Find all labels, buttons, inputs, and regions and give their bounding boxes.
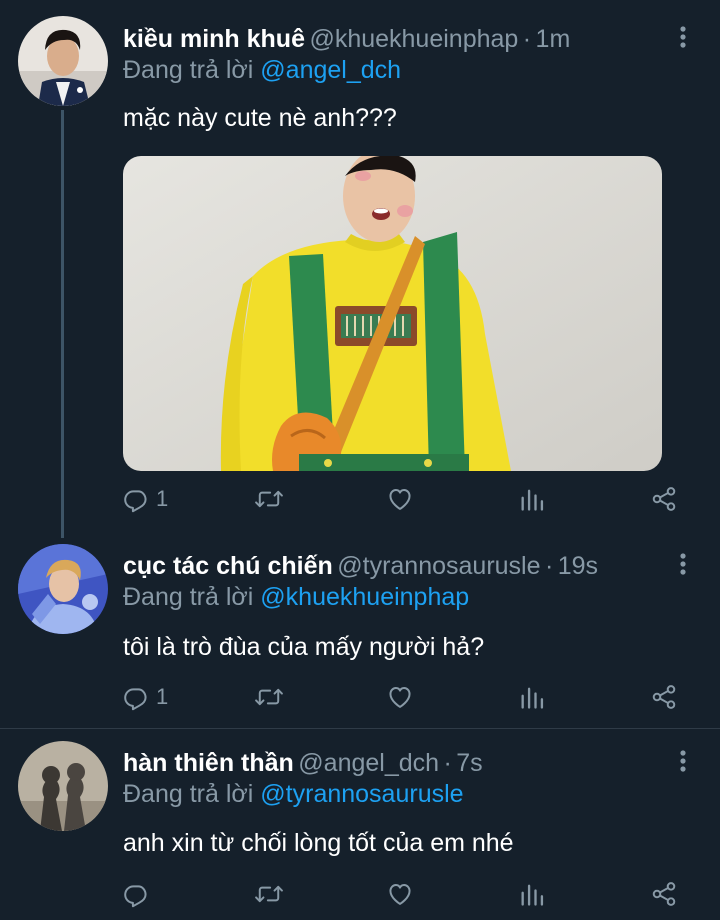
reply-button[interactable]: 1: [122, 482, 168, 516]
analytics-button[interactable]: [519, 680, 545, 714]
reply-icon: [122, 880, 150, 908]
analytics-icon: [519, 485, 545, 513]
analytics-icon: [519, 880, 545, 908]
replying-to-label: Đang trả lời: [123, 780, 254, 808]
tweet-actions: 1: [122, 680, 682, 714]
heart-icon: [386, 683, 414, 711]
tweet-header: hàn thiên thần @angel_dch · 7s: [123, 748, 483, 778]
analytics-button[interactable]: [519, 877, 545, 911]
like-button[interactable]: [386, 877, 420, 911]
avatar[interactable]: [18, 16, 108, 106]
more-vertical-icon[interactable]: [674, 22, 692, 52]
separator: ·: [522, 25, 532, 53]
retweet-button[interactable]: [254, 680, 290, 714]
user-handle[interactable]: @tyrannosaurusle: [337, 552, 540, 580]
share-icon: [650, 880, 678, 908]
retweet-icon: [254, 880, 284, 908]
avatar[interactable]: [18, 544, 108, 634]
tweet-1[interactable]: kiều minh khuê @khuekhueinphap · 1m Đang…: [0, 0, 720, 530]
reply-button[interactable]: 1: [122, 680, 168, 714]
timestamp[interactable]: 19s: [558, 552, 598, 580]
reply-button[interactable]: [122, 877, 156, 911]
analytics-icon: [519, 683, 545, 711]
tweet-text: mặc này cute nè anh???: [123, 104, 397, 132]
tweet-text: tôi là trò đùa của mấy người hả?: [123, 633, 485, 661]
replying-to-user-link[interactable]: @angel_dch: [260, 56, 401, 84]
tweet-text: anh xin từ chối lòng tốt của em nhé: [123, 829, 514, 857]
share-icon: [650, 485, 678, 513]
avatar[interactable]: [18, 741, 108, 831]
replying-to-user-link[interactable]: @tyrannosaurusle: [260, 780, 463, 808]
tweet-header: kiều minh khuê @khuekhueinphap · 1m: [123, 24, 570, 54]
timestamp[interactable]: 1m: [536, 25, 571, 53]
replying-to: Đang trả lời @khuekhueinphap: [123, 582, 469, 612]
replying-to-label: Đang trả lời: [123, 583, 254, 611]
replying-to-user-link[interactable]: @khuekhueinphap: [260, 583, 469, 611]
replying-to: Đang trả lời @angel_dch: [123, 55, 401, 85]
display-name[interactable]: kiều minh khuê: [123, 25, 305, 53]
display-name[interactable]: cục tác chú chiến: [123, 552, 333, 580]
like-button[interactable]: [386, 482, 420, 516]
share-icon: [650, 683, 678, 711]
share-button[interactable]: [650, 877, 678, 911]
share-button[interactable]: [650, 680, 678, 714]
share-button[interactable]: [650, 482, 678, 516]
tweet-header: cục tác chú chiến @tyrannosaurusle · 19s: [123, 551, 598, 581]
replying-to: Đang trả lời @tyrannosaurusle: [123, 779, 464, 809]
reply-icon: [122, 485, 150, 513]
tweet-divider: [0, 728, 720, 729]
tweet-actions: [122, 877, 682, 911]
separator: ·: [544, 552, 554, 580]
heart-icon: [386, 485, 414, 513]
user-handle[interactable]: @angel_dch: [298, 749, 439, 777]
retweet-icon: [254, 485, 284, 513]
like-button[interactable]: [386, 680, 420, 714]
reply-count: 1: [156, 486, 169, 511]
retweet-button[interactable]: [254, 877, 290, 911]
display-name[interactable]: hàn thiên thần: [123, 749, 294, 777]
replying-to-label: Đang trả lời: [123, 56, 254, 84]
analytics-button[interactable]: [519, 482, 545, 516]
more-vertical-icon[interactable]: [674, 746, 692, 776]
tweet-media-image[interactable]: [123, 156, 662, 471]
heart-icon: [386, 880, 414, 908]
reply-icon: [122, 683, 150, 711]
user-handle[interactable]: @khuekhueinphap: [309, 25, 518, 53]
separator: ·: [443, 749, 452, 777]
reply-count: 1: [156, 684, 169, 709]
tweet-actions: 1: [122, 482, 682, 516]
retweet-icon: [254, 683, 284, 711]
retweet-button[interactable]: [254, 482, 290, 516]
more-vertical-icon[interactable]: [674, 549, 692, 579]
timestamp[interactable]: 7s: [456, 749, 482, 777]
